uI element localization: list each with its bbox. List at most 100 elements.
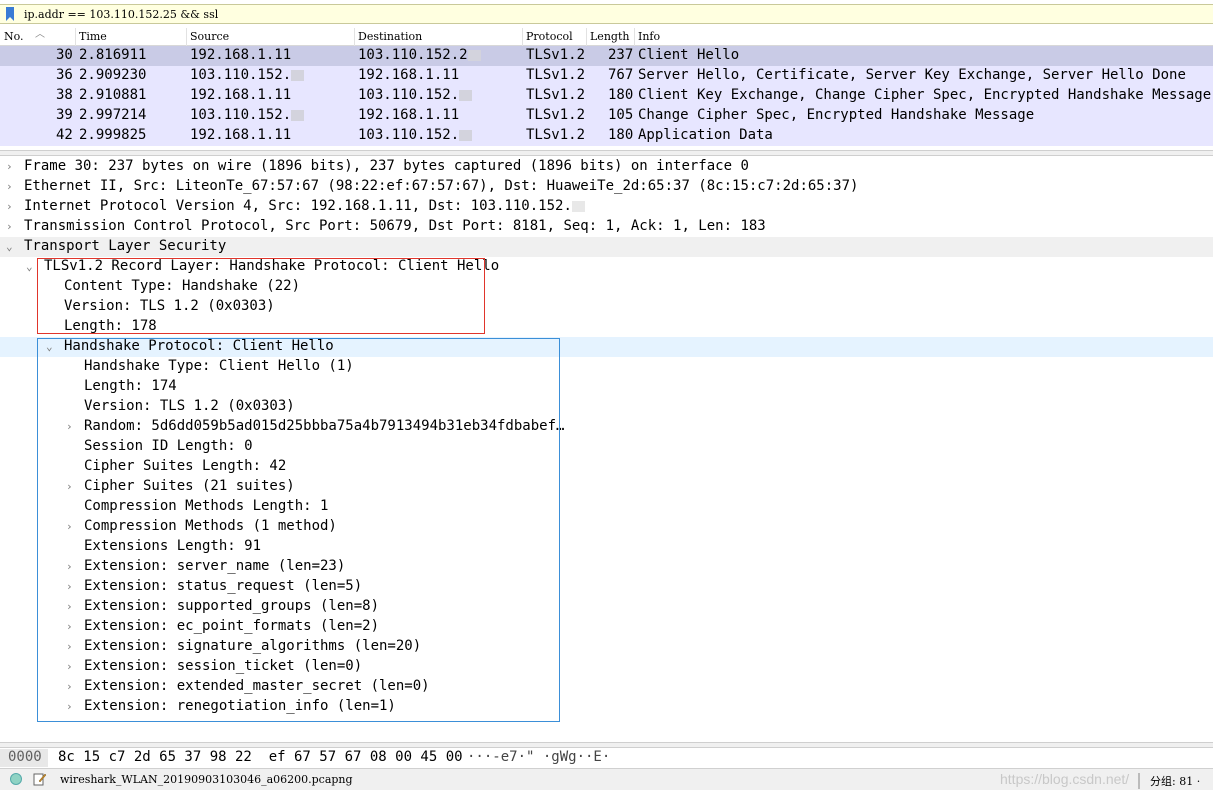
tree-item-extension[interactable]: › Extension: ec_point_formats (len=2) <box>0 617 1213 637</box>
tree-item-hs-length[interactable]: Length: 174 <box>0 377 1213 397</box>
tree-item-content-type[interactable]: Content Type: Handshake (22) <box>0 277 1213 297</box>
tree-item-frame[interactable]: › Frame 30: 237 bytes on wire (1896 bits… <box>0 157 1213 177</box>
chevron-right-icon[interactable]: › <box>6 160 16 173</box>
chevron-right-icon[interactable]: › <box>66 700 76 713</box>
packet-row[interactable]: 42 2.999825 192.168.1.11 103.110.152. TL… <box>0 126 1213 146</box>
tree-item-label: Extension: renegotiation_info (len=1) <box>84 698 396 714</box>
packet-destination: 192.168.1.11 <box>358 67 460 83</box>
packet-row[interactable]: 39 2.997214 103.110.152. 192.168.1.11 TL… <box>0 106 1213 126</box>
chevron-right-icon[interactable]: › <box>6 180 16 193</box>
chevron-right-icon[interactable]: › <box>66 660 76 673</box>
pane-splitter[interactable] <box>0 150 1213 156</box>
tree-item-extension[interactable]: › Extension: status_request (len=5) <box>0 577 1213 597</box>
tree-item-length[interactable]: Length: 178 <box>0 317 1213 337</box>
column-separator[interactable] <box>354 28 355 46</box>
tree-item-handshake-protocol[interactable]: ⌄ Handshake Protocol: Client Hello <box>0 337 1213 357</box>
watermark: https://blog.csdn.net/ <box>1000 771 1130 787</box>
tree-item-random[interactable]: › Random: 5d6dd059b5ad015d25bbba75a4b791… <box>0 417 1213 437</box>
tree-item-extensions-length[interactable]: Extensions Length: 91 <box>0 537 1213 557</box>
column-header-destination[interactable]: Destination <box>358 30 422 46</box>
display-filter-bar[interactable]: ip.addr == 103.110.152.25 && ssl <box>0 4 1213 24</box>
column-header-no[interactable]: No. <box>4 30 24 46</box>
chevron-right-icon[interactable]: › <box>66 520 76 533</box>
capture-status-icon[interactable] <box>10 773 22 785</box>
tree-item-handshake-type[interactable]: Handshake Type: Client Hello (1) <box>0 357 1213 377</box>
packet-length: 237 <box>608 47 634 63</box>
packet-row[interactable]: 36 2.909230 103.110.152. 192.168.1.11 TL… <box>0 66 1213 86</box>
chevron-right-icon[interactable]: › <box>66 620 76 633</box>
status-bar: wireshark_WLAN_20190903103046_a06200.pca… <box>0 768 1213 790</box>
tree-item-record-layer[interactable]: ⌄ TLSv1.2 Record Layer: Handshake Protoc… <box>0 257 1213 277</box>
tree-item-cipher-suites[interactable]: › Cipher Suites (21 suites) <box>0 477 1213 497</box>
tree-item-label: Session ID Length: 0 <box>84 438 253 454</box>
tree-item-ip[interactable]: › Internet Protocol Version 4, Src: 192.… <box>0 197 1213 217</box>
bytes-hex[interactable]: 8c 15 c7 2d 65 37 98 22 ef 67 57 67 08 0… <box>58 749 463 765</box>
display-filter-input[interactable]: ip.addr == 103.110.152.25 && ssl <box>24 8 218 21</box>
tree-item-label: Frame 30: 237 bytes on wire (1896 bits),… <box>24 158 749 174</box>
column-separator[interactable] <box>586 28 587 46</box>
packet-length: 180 <box>608 87 634 103</box>
chevron-right-icon[interactable]: › <box>6 220 16 233</box>
chevron-right-icon[interactable]: › <box>66 680 76 693</box>
packet-source: 192.168.1.11 <box>190 47 292 63</box>
bytes-ascii[interactable]: ···-e7·" ·gWg··E· <box>467 749 610 765</box>
packet-protocol: TLSv1.2 <box>526 67 586 83</box>
chevron-right-icon[interactable]: › <box>6 200 16 213</box>
column-header-info[interactable]: Info <box>638 30 660 46</box>
packet-protocol: TLSv1.2 <box>526 87 586 103</box>
column-header-time[interactable]: Time <box>79 30 107 46</box>
packet-bytes-pane: 0000 8c 15 c7 2d 65 37 98 22 ef 67 57 67… <box>0 749 1213 767</box>
tree-item-tls[interactable]: ⌄ Transport Layer Security <box>0 237 1213 257</box>
tree-item-cipher-suites-length[interactable]: Cipher Suites Length: 42 <box>0 457 1213 477</box>
chevron-down-icon[interactable]: ⌄ <box>6 240 16 253</box>
tree-item-tcp[interactable]: › Transmission Control Protocol, Src Por… <box>0 217 1213 237</box>
packet-no: 38 <box>56 87 73 103</box>
column-header-length[interactable]: Length <box>590 30 629 46</box>
tree-item-hs-version[interactable]: Version: TLS 1.2 (0x0303) <box>0 397 1213 417</box>
tree-item-label: Ethernet II, Src: LiteonTe_67:57:67 (98:… <box>24 178 859 194</box>
tree-item-extension[interactable]: › Extension: extended_master_secret (len… <box>0 677 1213 697</box>
tree-item-extension[interactable]: › Extension: session_ticket (len=0) <box>0 657 1213 677</box>
tree-item-label: Cipher Suites Length: 42 <box>84 458 287 474</box>
tree-item-extension[interactable]: › Extension: server_name (len=23) <box>0 557 1213 577</box>
chevron-right-icon[interactable]: › <box>66 480 76 493</box>
chevron-right-icon[interactable]: › <box>66 560 76 573</box>
packet-source: 103.110.152. <box>190 67 305 83</box>
chevron-down-icon[interactable]: ⌄ <box>26 260 36 273</box>
bookmark-icon[interactable] <box>5 7 15 21</box>
packet-row[interactable]: 38 2.910881 192.168.1.11 103.110.152. TL… <box>0 86 1213 106</box>
bytes-offset: 0000 <box>0 749 48 767</box>
column-separator[interactable] <box>75 28 76 46</box>
packet-destination: 103.110.152. <box>358 127 473 143</box>
column-separator[interactable] <box>522 28 523 46</box>
column-separator[interactable] <box>634 28 635 46</box>
column-separator[interactable] <box>186 28 187 46</box>
tree-item-session-id-length[interactable]: Session ID Length: 0 <box>0 437 1213 457</box>
tree-item-ethernet[interactable]: › Ethernet II, Src: LiteonTe_67:57:67 (9… <box>0 177 1213 197</box>
tree-item-compression-methods[interactable]: › Compression Methods (1 method) <box>0 517 1213 537</box>
packet-no: 30 <box>56 47 73 63</box>
edit-comment-icon[interactable] <box>33 772 47 786</box>
column-header-source[interactable]: Source <box>190 30 229 46</box>
tree-item-compression-length[interactable]: Compression Methods Length: 1 <box>0 497 1213 517</box>
packet-no: 39 <box>56 107 73 123</box>
tree-item-extension[interactable]: › Extension: renegotiation_info (len=1) <box>0 697 1213 717</box>
chevron-right-icon[interactable]: › <box>66 600 76 613</box>
chevron-right-icon[interactable]: › <box>66 640 76 653</box>
redacted-block <box>291 109 305 121</box>
packet-length: 105 <box>608 107 634 123</box>
tree-item-extension[interactable]: › Extension: supported_groups (len=8) <box>0 597 1213 617</box>
chevron-down-icon[interactable]: ⌄ <box>46 340 56 353</box>
chevron-right-icon[interactable]: › <box>66 580 76 593</box>
tree-item-version[interactable]: Version: TLS 1.2 (0x0303) <box>0 297 1213 317</box>
packet-row[interactable]: 30 2.816911 192.168.1.11 103.110.152.2 T… <box>0 46 1213 66</box>
tree-item-label: Compression Methods (1 method) <box>84 518 337 534</box>
redacted-block <box>459 129 473 141</box>
tree-item-label: Transmission Control Protocol, Src Port:… <box>24 218 766 234</box>
chevron-right-icon[interactable]: › <box>66 420 76 433</box>
packet-destination: 103.110.152. <box>358 87 473 103</box>
column-header-protocol[interactable]: Protocol <box>526 30 573 46</box>
tree-item-extension[interactable]: › Extension: signature_algorithms (len=2… <box>0 637 1213 657</box>
pane-splitter[interactable] <box>0 742 1213 748</box>
tree-item-label: Handshake Type: Client Hello (1) <box>84 358 354 374</box>
